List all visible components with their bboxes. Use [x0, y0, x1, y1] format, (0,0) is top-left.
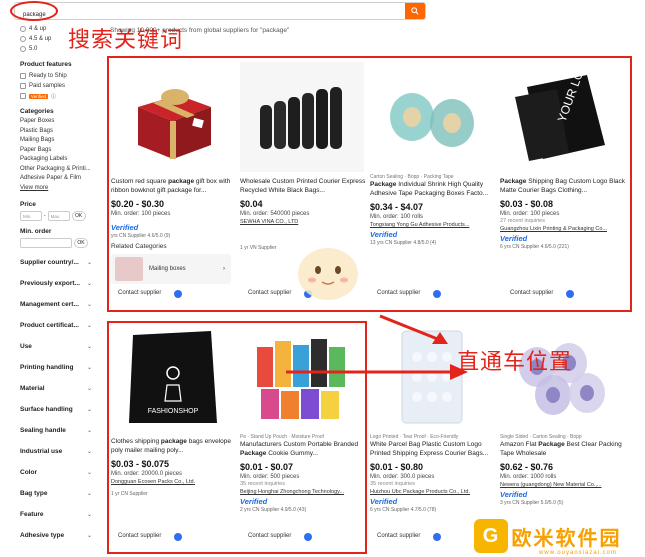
filter-material[interactable]: Material ⌄	[20, 378, 92, 399]
filter-feature[interactable]: Feature ⌄	[20, 504, 92, 525]
filter-color[interactable]: Color ⌄	[20, 462, 92, 483]
chevron-down-icon: ⌄	[86, 280, 92, 287]
chevron-down-icon: ⌄	[86, 322, 92, 329]
filter-sidebar: 4 & up 4.5 & up 5.0 Product features Rea…	[20, 24, 98, 546]
supplier-link[interactable]: Newera (guangdong) New Material Co.,...	[500, 482, 626, 488]
chevron-down-icon: ⌄	[86, 259, 92, 266]
chevron-down-icon: ⌄	[86, 469, 92, 476]
min-order: Min. order: 1000 rolls	[500, 474, 557, 480]
product-price: $0.62 - $0.76	[500, 462, 554, 472]
chevron-down-icon: ⌄	[86, 532, 92, 539]
supplier-meta: 6 yrs CN Supplier 4.7/5.0 (78)	[370, 507, 437, 513]
category-item[interactable]: Plastic Bags	[20, 128, 98, 138]
filter-sealing-handle[interactable]: Sealing handle ⌄	[20, 420, 92, 441]
results-summary: Showing 10,000+ products from global sup…	[110, 27, 290, 34]
filter-adhesive-type[interactable]: Adhesive type ⌄	[20, 525, 92, 546]
filter-previously-exported[interactable]: Previously export... ⌄	[20, 273, 92, 294]
filter-printing-handling[interactable]: Printing handling ⌄	[20, 357, 92, 378]
watermark-text: 欧米软件园	[511, 525, 622, 550]
product-image[interactable]	[500, 322, 624, 432]
price-ok-button[interactable]: OK	[71, 210, 86, 221]
contact-supplier-button[interactable]: Contact supplier	[377, 533, 420, 539]
price-heading: Price	[20, 200, 36, 208]
product-title[interactable]: Amazon Flat Package Best Clear Packing T…	[500, 441, 626, 458]
ad-slot-highlight-bottom	[107, 321, 367, 554]
product-features-heading: Product features	[20, 61, 72, 68]
category-item[interactable]: Adhesive Paper & Film	[20, 175, 98, 185]
min-order-heading: Min. order	[20, 227, 52, 235]
product-title[interactable]: White Parcel Bag Plastic Custom Logo Pri…	[370, 441, 496, 458]
product-tags: Logo Printed · Tear Proof · Eco-Friendly	[370, 434, 459, 440]
chevron-down-icon: ⌄	[86, 448, 92, 455]
category-item[interactable]: Mailing Bags	[20, 137, 98, 147]
search-keyword-highlight	[10, 1, 58, 21]
arrow-icon	[379, 314, 448, 344]
supplier-meta: 3 yrs CN Supplier 5.0/5.0 (5)	[500, 500, 564, 506]
filter-supplier-country[interactable]: Supplier country/... ⌄	[20, 252, 92, 273]
chevron-down-icon: ⌄	[86, 511, 92, 518]
watermark: G 欧米软件园 www.ouyaoxiazai.com	[450, 515, 645, 557]
category-item[interactable]: Paper Boxes	[20, 118, 98, 128]
watermark-url: www.ouyaoxiazai.com	[538, 550, 617, 556]
min-order-input[interactable]	[20, 237, 72, 248]
product-price: $0.01 - $0.80	[370, 462, 424, 472]
categories-heading: Categories	[20, 108, 54, 115]
feature-verified[interactable]: Verified ⓘ	[20, 91, 98, 101]
min-order: Min. order: 300.0 pieces	[370, 474, 435, 480]
search-bar	[14, 2, 426, 23]
filter-surface-handling[interactable]: Surface handling ⌄	[20, 399, 92, 420]
supplier-link[interactable]: Huizhou Ubc Package Products Co., Ltd.	[370, 489, 496, 495]
rating-option[interactable]: 5.0	[20, 44, 98, 54]
filter-bag-type[interactable]: Bag type ⌄	[20, 483, 92, 504]
annotation-ad-placement: 直通车位置	[457, 350, 573, 375]
chevron-down-icon: ⌄	[86, 490, 92, 497]
chevron-down-icon: ⌄	[86, 427, 92, 434]
view-more-link[interactable]: View more	[20, 185, 98, 194]
filter-management-cert[interactable]: Management cert... ⌄	[20, 294, 92, 315]
category-item[interactable]: Other Packaging & Printi...	[20, 166, 98, 176]
arrow-icon	[286, 364, 468, 380]
feature-ready-to-ship[interactable]: Ready to Ship	[20, 71, 98, 81]
category-item[interactable]: Packaging Labels	[20, 156, 98, 166]
product-tags: Single Sided · Carton Sealing · Bopp	[500, 434, 582, 440]
info-icon: ⓘ	[51, 93, 57, 100]
chevron-down-icon: ⌄	[86, 385, 92, 392]
min-order-ok-button[interactable]: OK	[74, 237, 88, 248]
search-button[interactable]	[405, 3, 425, 19]
chevron-down-icon: ⌄	[86, 343, 92, 350]
filter-use[interactable]: Use ⌄	[20, 336, 92, 357]
recent-inquiries: 35 recent inquiries	[370, 481, 415, 487]
rating-option[interactable]: 4.5 & up	[20, 34, 98, 44]
search-input[interactable]	[15, 7, 395, 23]
verified-badge: Verified	[500, 490, 528, 499]
search-icon	[411, 7, 419, 15]
watermark-logo: G	[473, 519, 508, 553]
rating-option[interactable]: 4 & up	[20, 24, 98, 34]
category-item[interactable]: Paper Bags	[20, 147, 98, 157]
chevron-down-icon: ⌄	[86, 364, 92, 371]
chevron-down-icon: ⌄	[86, 406, 92, 413]
filter-product-cert[interactable]: Product certificat... ⌄	[20, 315, 92, 336]
feature-paid-samples[interactable]: Paid samples	[20, 81, 98, 91]
chevron-down-icon: ⌄	[86, 301, 92, 308]
chat-icon[interactable]	[433, 533, 441, 541]
mascot-sticker-icon	[298, 248, 358, 300]
price-max-input[interactable]: Max.	[47, 210, 70, 221]
filter-industrial-use[interactable]: Industrial use ⌄	[20, 441, 92, 462]
price-min-input[interactable]: Min.	[20, 210, 42, 221]
ad-slot-highlight-top	[107, 56, 632, 312]
verified-badge: Verified	[370, 497, 398, 506]
